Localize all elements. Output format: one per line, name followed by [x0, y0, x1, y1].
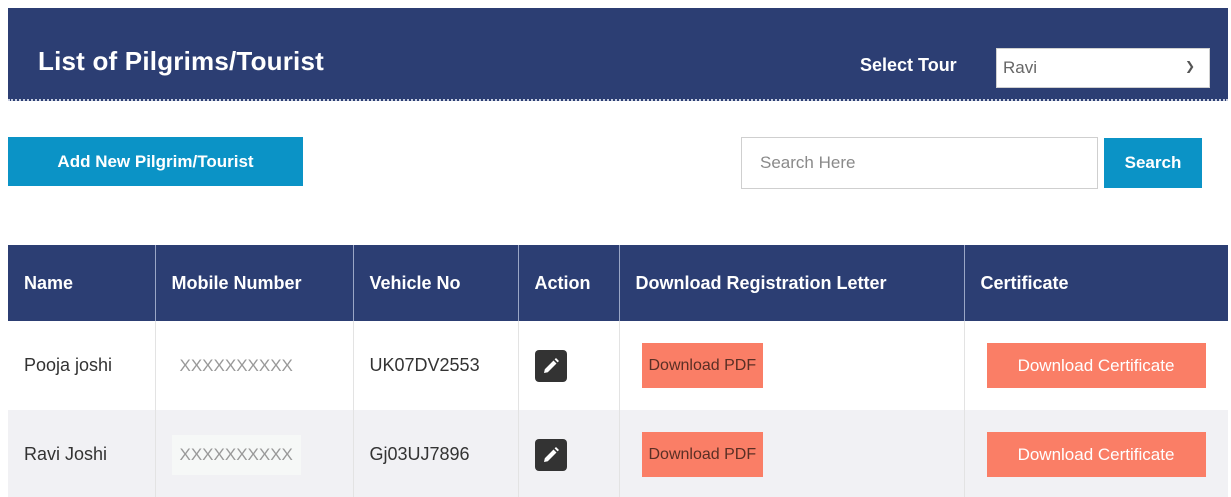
download-pdf-button[interactable]: Download PDF [641, 343, 764, 388]
cell-certificate: Download Certificate [964, 410, 1228, 497]
table-row: Ravi Joshi XXXXXXXXXX Gj03UJ7896 Downloa… [8, 410, 1228, 497]
cell-name: Ravi Joshi [8, 410, 156, 497]
tour-select-value: Ravi [1003, 58, 1038, 77]
table-header-row: Name Mobile Number Vehicle No Action Dow… [8, 245, 1228, 321]
cell-registration-letter: Download PDF [619, 321, 965, 410]
cell-mobile: XXXXXXXXXX [155, 321, 354, 410]
cell-vehicle: Gj03UJ7896 [353, 410, 519, 497]
column-header-registration-letter: Download Registration Letter [619, 245, 965, 321]
select-tour-label: Select Tour [860, 55, 957, 75]
download-certificate-button[interactable]: Download Certificate [986, 432, 1206, 477]
edit-button[interactable] [534, 349, 567, 382]
column-header-mobile: Mobile Number [155, 245, 354, 321]
pilgrims-table: Name Mobile Number Vehicle No Action Dow… [8, 245, 1228, 497]
column-header-certificate: Certificate [964, 245, 1228, 321]
column-header-action: Action [518, 245, 620, 321]
cell-mobile: XXXXXXXXXX [155, 410, 354, 497]
chevron-down-icon: ❯ [1184, 59, 1195, 73]
cell-name: Pooja joshi [8, 321, 156, 410]
column-header-name: Name [8, 245, 156, 321]
pencil-icon [543, 357, 559, 373]
cell-registration-letter: Download PDF [619, 410, 965, 497]
search-button[interactable]: Search [1104, 138, 1202, 188]
page-title: List of Pilgrims/Tourist [38, 46, 325, 76]
cell-action [518, 410, 620, 497]
tour-select[interactable]: Ravi ❯ [996, 48, 1210, 88]
mobile-value: XXXXXXXXXX [171, 434, 301, 475]
cell-vehicle: UK07DV2553 [353, 321, 519, 410]
mobile-value: XXXXXXXXXX [179, 355, 293, 375]
download-certificate-button[interactable]: Download Certificate [986, 343, 1206, 388]
pencil-icon [543, 446, 559, 462]
cell-certificate: Download Certificate [964, 321, 1228, 410]
download-pdf-button[interactable]: Download PDF [641, 432, 764, 477]
search-input[interactable] [741, 137, 1098, 189]
table-row: Pooja joshi XXXXXXXXXX UK07DV2553 Downlo… [8, 321, 1228, 410]
cell-action [518, 321, 620, 410]
edit-button[interactable] [534, 438, 567, 471]
add-pilgrim-button[interactable]: Add New Pilgrim/Tourist [8, 137, 303, 186]
column-header-vehicle: Vehicle No [353, 245, 519, 321]
page-header: List of Pilgrims/Tourist Select Tour Rav… [8, 8, 1228, 101]
